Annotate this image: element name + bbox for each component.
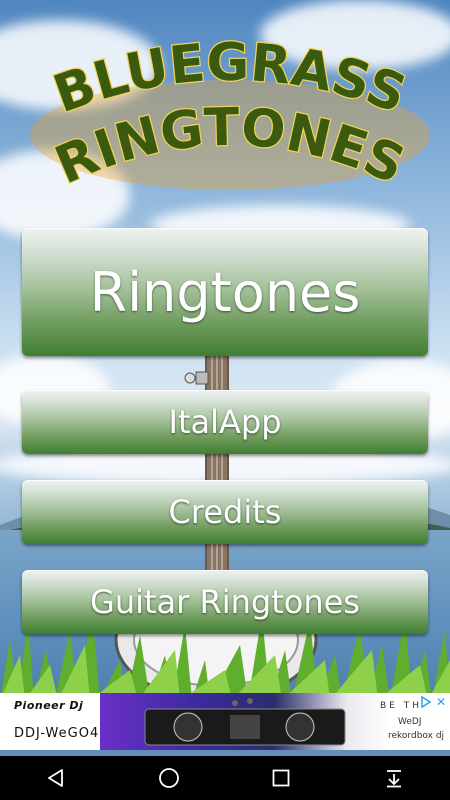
back-icon — [48, 769, 64, 787]
ad-product-image — [100, 693, 390, 750]
ad-brand: Pioneer Dj — [14, 699, 84, 712]
italapp-button[interactable]: ItalApp — [22, 390, 428, 454]
ad-rekordbox: rekordbox dj — [388, 731, 445, 741]
recents-icon — [272, 769, 290, 787]
notification-pull-icon — [386, 770, 401, 788]
home-icon — [158, 768, 179, 788]
notification-pull-button[interactable] — [374, 758, 414, 798]
system-navigation-bar — [0, 756, 450, 800]
back-button[interactable] — [36, 758, 76, 798]
ad-banner[interactable]: Pioneer Dj DDJ-WeGO4 BE TH WeDJ rekordbo… — [0, 693, 450, 750]
guitar-ringtones-button-label: Guitar Ringtones — [90, 583, 360, 621]
ad-wedj: WeDJ — [398, 717, 422, 727]
credits-button[interactable]: Credits — [22, 480, 428, 544]
app-screen: BLUEGRASS RINGTONES Ringtones ItalApp Cr… — [0, 0, 450, 756]
recents-button[interactable] — [261, 758, 301, 798]
home-button[interactable] — [149, 758, 189, 798]
ad-tagline: BE TH — [380, 701, 422, 711]
credits-button-label: Credits — [168, 493, 282, 531]
ringtones-button[interactable]: Ringtones — [22, 228, 428, 356]
guitar-ringtones-button[interactable]: Guitar Ringtones — [22, 570, 428, 634]
ad-close-icon[interactable]: ✕ — [434, 695, 448, 709]
italapp-button-label: ItalApp — [168, 403, 282, 441]
app-logo: BLUEGRASS RINGTONES — [20, 32, 440, 200]
ad-model: DDJ-WeGO4 — [14, 726, 100, 741]
ringtones-button-label: Ringtones — [89, 260, 361, 324]
adchoices-icon[interactable] — [420, 695, 432, 709]
